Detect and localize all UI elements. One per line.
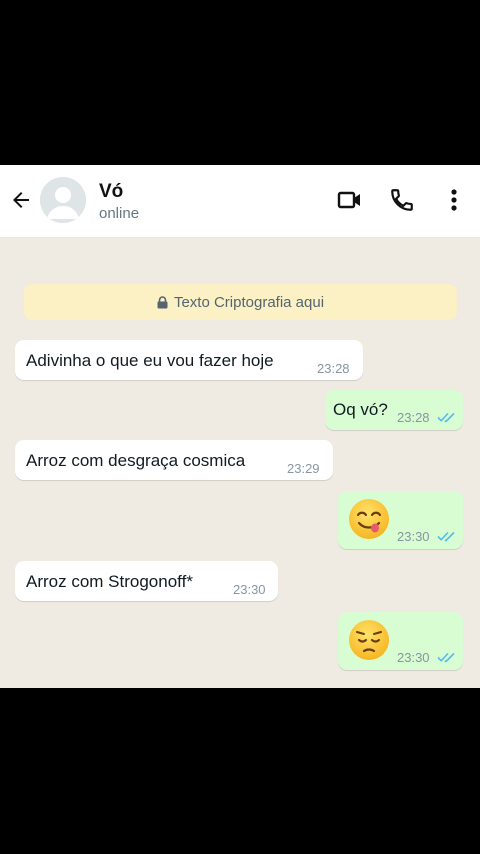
encryption-notice-text: Texto Criptografia aqui xyxy=(173,293,325,311)
encryption-notice[interactable]: Texto Criptografia aqui xyxy=(24,284,457,320)
double-check-read-icon xyxy=(437,652,455,663)
default-avatar-icon xyxy=(40,177,86,223)
video-call-button[interactable] xyxy=(335,185,365,215)
chat-header: Vó online xyxy=(0,165,480,238)
contact-name[interactable]: Vó xyxy=(99,181,123,203)
back-button[interactable] xyxy=(6,185,36,215)
contact-avatar[interactable] xyxy=(40,177,86,223)
voice-call-button[interactable] xyxy=(387,185,417,215)
message-time: 23:30 xyxy=(397,529,430,544)
lock-icon xyxy=(157,295,168,308)
message-bubble-incoming[interactable]: Adivinha o que eu vou fazer hoje 23:28 xyxy=(15,340,363,380)
face-savoring-food-emoji xyxy=(349,499,389,539)
message-text: Arroz com desgraça cosmica xyxy=(26,451,246,470)
message-time: 23:29 xyxy=(287,461,320,476)
message-time: 23:28 xyxy=(397,410,430,425)
more-options-button[interactable] xyxy=(439,185,469,215)
double-check-read-icon xyxy=(437,531,455,542)
message-text: Oq vó? xyxy=(333,400,388,419)
message-list[interactable]: Texto Criptografia aqui Adivinha o que e… xyxy=(0,238,480,688)
pensive-face-emoji xyxy=(349,620,389,660)
phone-icon xyxy=(391,189,413,211)
chat-screen: Vó online Texto Criptografia aqui Adivin… xyxy=(0,165,480,688)
message-bubble-incoming[interactable]: Arroz com Strogonoff* 23:30 xyxy=(15,561,278,601)
bottom-letterbox xyxy=(0,688,480,854)
message-bubble-outgoing[interactable]: Oq vó? 23:28 xyxy=(325,390,463,430)
message-bubble-incoming[interactable]: Arroz com desgraça cosmica 23:29 xyxy=(15,440,333,480)
message-bubble-outgoing[interactable]: 23:30 xyxy=(338,612,463,670)
message-bubble-outgoing[interactable]: 23:30 xyxy=(338,491,463,549)
message-time: 23:30 xyxy=(397,650,430,665)
contact-status: online xyxy=(99,205,140,222)
arrow-left-icon xyxy=(13,192,29,208)
message-time: 23:30 xyxy=(233,582,266,597)
video-camera-icon xyxy=(337,191,360,209)
more-vertical-icon xyxy=(451,189,457,211)
message-time: 23:28 xyxy=(317,361,350,376)
message-text: Adivinha o que eu vou fazer hoje xyxy=(26,351,274,370)
message-text: Arroz com Strogonoff* xyxy=(26,572,193,591)
double-check-read-icon xyxy=(437,412,455,423)
